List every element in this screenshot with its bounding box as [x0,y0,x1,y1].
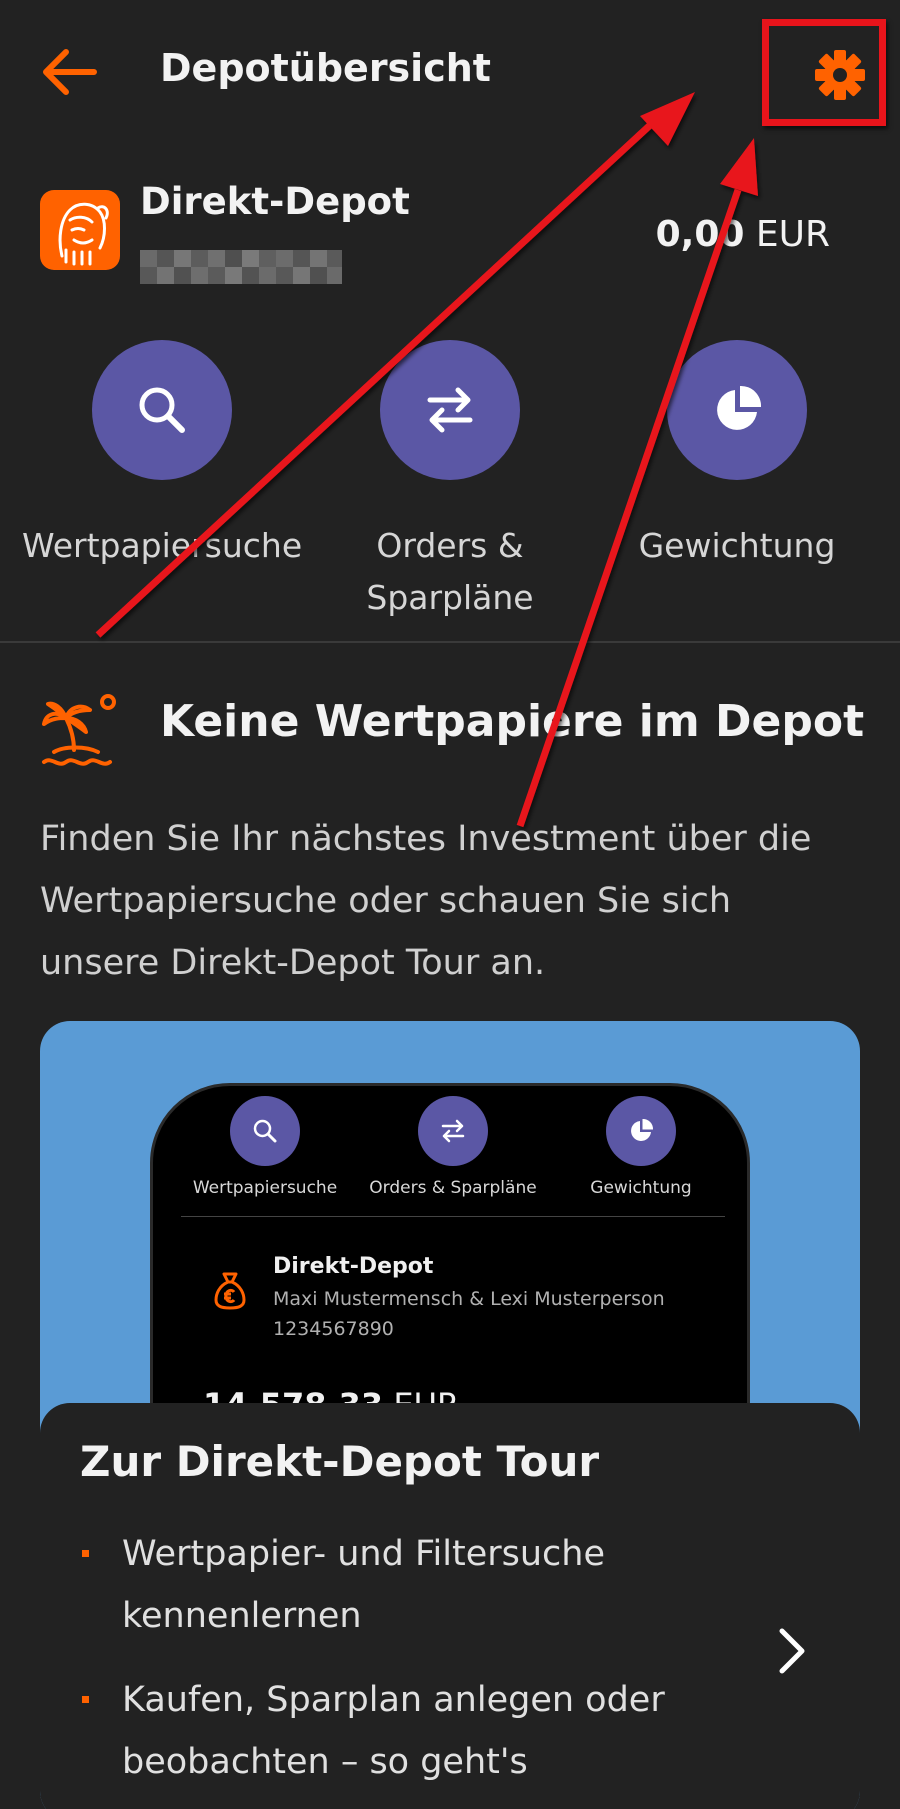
account-name: Direkt-Depot [140,180,410,223]
empty-state-text: Finden Sie Ihr nächstes Investment über … [40,819,812,983]
quick-action-wertpapiersuche[interactable]: Wertpapiersuche [22,340,302,572]
tour-panel[interactable]: Zur Direkt-Depot Tour Wertpapier- und Fi… [40,1403,860,1809]
pie-chart-icon [717,385,762,430]
quick-action-label: Orders & Sparpläne [366,526,534,617]
annotation-highlight-box [762,19,886,126]
preview-action-label: Wertpapiersuche [192,1178,338,1198]
preview-account-number: 1234567890 [273,1318,394,1340]
preview-action-label: Orders & Sparpläne [369,1178,537,1198]
balance-amount: 0,00 [655,214,745,255]
quick-action-orders[interactable]: Orders & Sparpläne [310,340,590,624]
quick-action-label: Gewichtung [638,526,836,565]
chevron-right-icon [779,1628,805,1674]
preview-orders-circle [418,1096,488,1166]
preview-account-owner: Maxi Mustermensch & Lexi Musterperson [273,1288,665,1310]
tour-feature-text: Wertpapier- und Filtersuche kennenlernen [122,1534,606,1636]
lion-icon [58,202,109,266]
preview-divider [181,1216,725,1217]
search-icon [253,1119,277,1143]
bullet-icon [82,1550,89,1557]
account-balance: 0,00 EUR [560,214,830,255]
preview-search-circle [230,1096,300,1166]
empty-state-title: Keine Wertpapiere im Depot [160,696,865,747]
tour-feature-text: Kaufen, Sparplan anlegen oder beobachten… [122,1680,665,1782]
preview-action-weighting: Gewichtung [541,1096,741,1198]
account-number-redacted [140,250,342,284]
balance-currency: EUR [755,214,830,255]
tour-open-button[interactable] [770,1621,814,1681]
quick-action-gewichtung[interactable]: Gewichtung [597,340,877,572]
preview-weighting-circle [606,1096,676,1166]
bank-logo [40,190,120,270]
swap-arrows-icon [427,387,473,433]
tour-title: Zur Direkt-Depot Tour [80,1437,600,1486]
preview-account-name: Direkt-Depot [273,1254,434,1279]
swap-arrows-icon [441,1119,465,1143]
back-button[interactable] [36,40,100,104]
weighting-action-circle[interactable] [667,340,807,480]
money-bag-icon [213,1270,247,1310]
palm-island-icon [40,690,120,770]
tour-feature-item: Kaufen, Sparplan anlegen oder beobachten… [80,1669,720,1793]
search-action-circle[interactable] [92,340,232,480]
preview-action-label: Gewichtung [590,1178,692,1198]
pie-chart-icon [631,1118,654,1141]
bullet-icon [82,1696,89,1703]
search-icon [139,387,185,433]
preview-action-search: Wertpapiersuche [165,1096,365,1198]
arrow-left-icon [43,49,97,95]
quick-action-label: Wertpapiersuche [22,526,303,565]
preview-action-orders: Orders & Sparpläne [353,1096,553,1198]
section-divider [0,641,900,643]
orders-action-circle[interactable] [380,340,520,480]
tour-feature-item: Wertpapier- und Filtersuche kennenlernen [80,1523,720,1647]
page-title: Depotübersicht [160,46,491,90]
tour-feature-list: Wertpapier- und Filtersuche kennenlernen… [80,1523,720,1809]
tour-card[interactable]: Wertpapiersuche Orders & Sparpläne Gewic… [40,1021,860,1809]
